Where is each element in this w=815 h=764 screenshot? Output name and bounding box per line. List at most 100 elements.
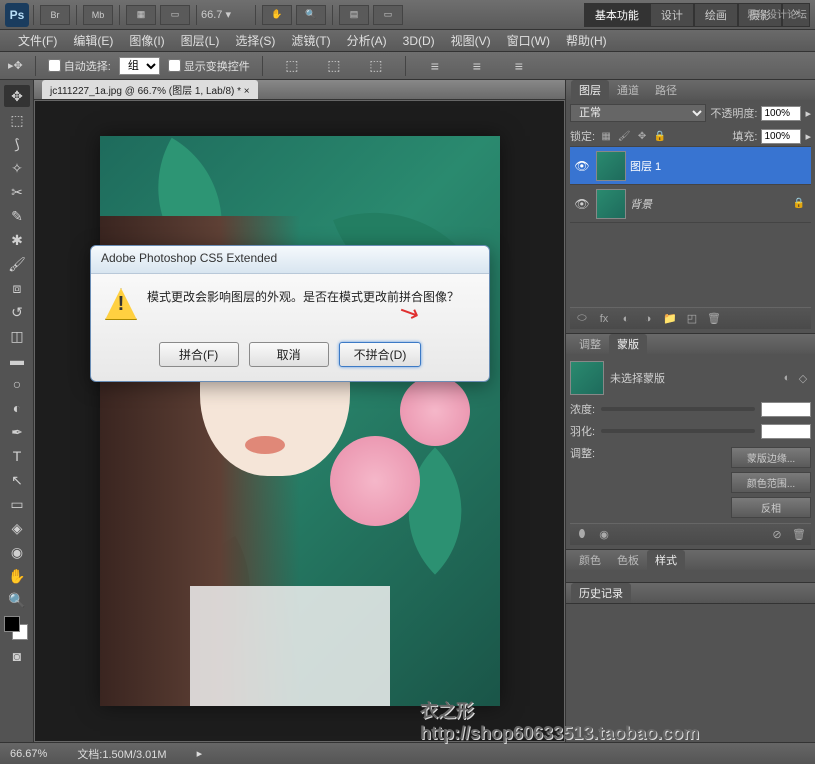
pen-tool[interactable]: ✒	[4, 421, 30, 443]
workspace-essentials[interactable]: 基本功能	[584, 3, 650, 27]
flatten-button[interactable]: 拼合(F)	[159, 342, 239, 367]
blur-tool[interactable]: ○	[4, 373, 30, 395]
chevron-right-icon[interactable]: ▸	[805, 130, 811, 143]
zoom-level[interactable]: 66.7 ▾	[201, 8, 251, 21]
stamp-tool[interactable]: ⧈	[4, 277, 30, 299]
gradient-tool[interactable]: ▬	[4, 349, 30, 371]
3d-camera-tool[interactable]: ◉	[4, 541, 30, 563]
canvas-viewport[interactable]	[34, 100, 565, 742]
vector-mask-icon[interactable]: ◇	[795, 372, 811, 385]
show-transform-checkbox[interactable]: 显示变换控件	[168, 58, 250, 74]
crop-tool[interactable]: ✂	[4, 181, 30, 203]
folder-icon[interactable]: 📁	[662, 312, 678, 325]
tab-layers[interactable]: 图层	[571, 80, 609, 100]
tab-history[interactable]: 历史记录	[571, 583, 631, 603]
cancel-button[interactable]: 取消	[249, 342, 329, 367]
status-zoom[interactable]: 66.67%	[10, 748, 47, 760]
screenmode2-icon[interactable]: ▭	[373, 5, 403, 25]
align-icon[interactable]: ⬚	[363, 55, 389, 77]
color-range-button[interactable]: 颜色范围...	[731, 472, 811, 493]
shape-tool[interactable]: ▭	[4, 493, 30, 515]
marquee-tool[interactable]: ⬚	[4, 109, 30, 131]
quickmask-tool[interactable]: ◙	[4, 645, 30, 667]
tab-color[interactable]: 颜色	[571, 550, 609, 570]
brush-tool[interactable]: 🖌	[4, 253, 30, 275]
fx-icon[interactable]: fx	[596, 313, 612, 325]
workspace-design[interactable]: 设计	[650, 3, 694, 27]
status-doc[interactable]: 文档:1.50M/3.01M	[77, 746, 166, 762]
dont-flatten-button[interactable]: 不拼合(D)	[339, 342, 422, 367]
tab-channels[interactable]: 通道	[609, 80, 647, 100]
minibridge-button[interactable]: Mb	[83, 5, 113, 25]
lock-all-icon[interactable]: 🔒	[653, 129, 667, 143]
zoom-tool[interactable]: 🔍	[4, 589, 30, 611]
auto-select-checkbox[interactable]: 自动选择:	[48, 58, 111, 74]
menu-filter[interactable]: 滤镜(T)	[283, 30, 338, 51]
distribute-icon[interactable]: ≡	[464, 55, 490, 77]
load-selection-icon[interactable]: ⬮	[574, 528, 590, 541]
layer-name[interactable]: 背景	[630, 196, 793, 212]
menu-view[interactable]: 视图(V)	[443, 30, 499, 51]
mask-edge-button[interactable]: 蒙版边缘...	[731, 447, 811, 468]
tab-adjustments[interactable]: 调整	[571, 334, 609, 354]
history-brush-tool[interactable]: ↺	[4, 301, 30, 323]
tab-masks[interactable]: 蒙版	[609, 334, 647, 354]
move-tool[interactable]: ✥	[4, 85, 30, 107]
distribute-icon[interactable]: ≡	[422, 55, 448, 77]
eyedropper-tool[interactable]: ✎	[4, 205, 30, 227]
document-tab[interactable]: jc111227_1a.jpg @ 66.7% (图层 1, Lab/8) * …	[42, 80, 258, 99]
tab-styles[interactable]: 样式	[647, 550, 685, 570]
hand-tool-icon[interactable]: ✋	[262, 5, 292, 25]
opacity-input[interactable]	[761, 106, 801, 121]
type-tool[interactable]: T	[4, 445, 30, 467]
menu-select[interactable]: 选择(S)	[227, 30, 283, 51]
layer-thumbnail[interactable]	[596, 151, 626, 181]
align-icon[interactable]: ⬚	[279, 55, 305, 77]
chevron-right-icon[interactable]: ▸	[197, 747, 203, 760]
eraser-tool[interactable]: ◫	[4, 325, 30, 347]
trash-icon[interactable]: 🗑	[791, 528, 807, 541]
visibility-icon[interactable]: 👁	[572, 159, 592, 173]
zoom-tool-icon[interactable]: 🔍	[296, 5, 326, 25]
density-slider[interactable]	[601, 407, 755, 411]
menu-file[interactable]: 文件(F)	[10, 30, 65, 51]
fill-input[interactable]	[761, 129, 801, 144]
menu-help[interactable]: 帮助(H)	[558, 30, 615, 51]
mask-thumbnail[interactable]	[570, 361, 604, 395]
tab-swatches[interactable]: 色板	[609, 550, 647, 570]
trash-icon[interactable]: 🗑	[706, 312, 722, 325]
adjustment-icon[interactable]: ◑	[640, 313, 656, 325]
lasso-tool[interactable]: ⟆	[4, 133, 30, 155]
feather-input[interactable]	[761, 424, 811, 439]
wand-tool[interactable]: ✧	[4, 157, 30, 179]
foreground-color[interactable]	[4, 616, 20, 632]
layer-name[interactable]: 图层 1	[630, 158, 809, 174]
new-layer-icon[interactable]: ◰	[684, 312, 700, 325]
feather-slider[interactable]	[601, 429, 755, 433]
chevron-right-icon[interactable]: ▸	[805, 107, 811, 120]
layer-row[interactable]: 👁 图层 1	[570, 147, 811, 185]
bridge-button[interactable]: Br	[40, 5, 70, 25]
close-icon[interactable]: ×	[244, 86, 250, 97]
menu-window[interactable]: 窗口(W)	[499, 30, 558, 51]
distribute-icon[interactable]: ≡	[506, 55, 532, 77]
path-tool[interactable]: ↖	[4, 469, 30, 491]
lock-pixels-icon[interactable]: 🖌	[617, 129, 631, 143]
viewmode-icon[interactable]: ▦	[126, 5, 156, 25]
lock-transparency-icon[interactable]: ▦	[599, 129, 613, 143]
dodge-tool[interactable]: ◐	[4, 397, 30, 419]
apply-mask-icon[interactable]: ◉	[596, 528, 612, 541]
invert-button[interactable]: 反相	[731, 497, 811, 518]
visibility-icon[interactable]: 👁	[572, 197, 592, 211]
workspace-painting[interactable]: 绘画	[694, 3, 738, 27]
align-icon[interactable]: ⬚	[321, 55, 347, 77]
layer-thumbnail[interactable]	[596, 189, 626, 219]
menu-edit[interactable]: 编辑(E)	[65, 30, 121, 51]
screenmode-icon[interactable]: ▭	[160, 5, 190, 25]
lock-position-icon[interactable]: ✥	[635, 129, 649, 143]
link-icon[interactable]: ⬭	[574, 312, 590, 325]
menu-layer[interactable]: 图层(L)	[173, 30, 228, 51]
auto-select-target[interactable]: 组	[119, 57, 160, 75]
mask-icon[interactable]: ◐	[618, 313, 634, 325]
ps-logo-icon[interactable]: Ps	[5, 3, 29, 27]
